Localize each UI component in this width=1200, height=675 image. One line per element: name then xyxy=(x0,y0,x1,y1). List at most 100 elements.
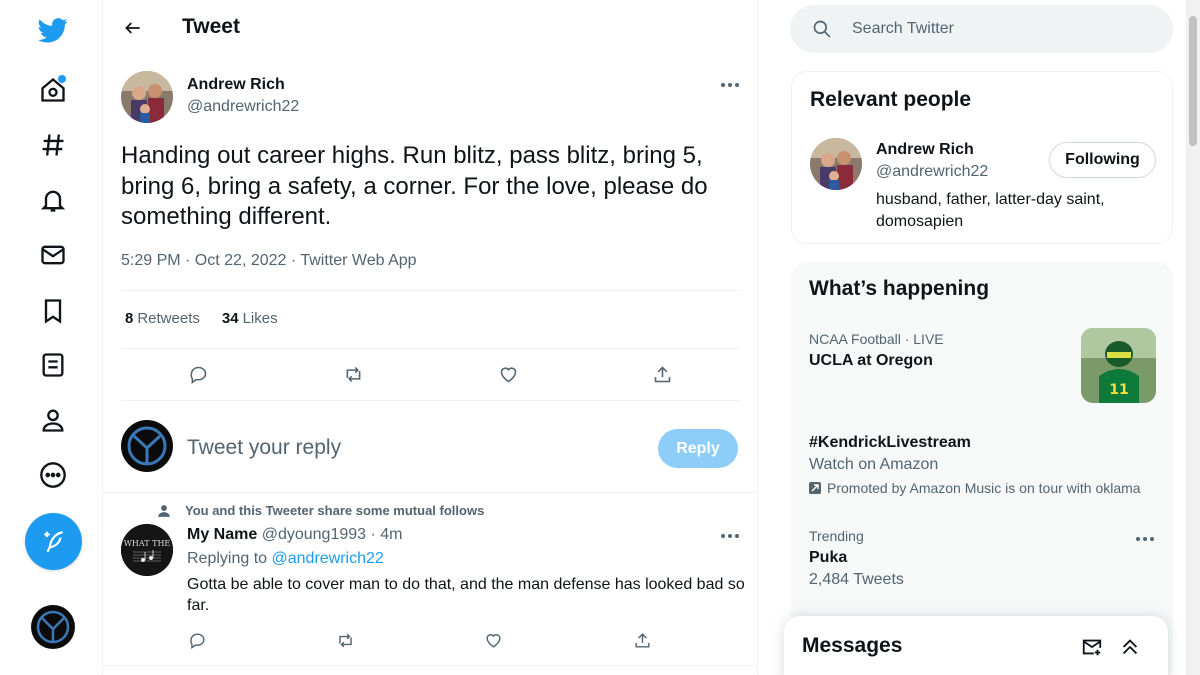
share-upload-icon xyxy=(634,632,650,648)
promoted-label: Promoted by Amazon Music is on tour with… xyxy=(809,480,1159,496)
divider xyxy=(121,290,741,291)
likes-stat[interactable]: 34 Likes xyxy=(222,310,278,327)
person-icon xyxy=(158,504,170,517)
messages-title: Messages xyxy=(802,634,903,657)
account-avatar[interactable] xyxy=(31,605,75,649)
tweet-stats: 8 Retweets 34 Likes xyxy=(125,310,278,327)
reply-time[interactable]: · 4m xyxy=(370,526,402,543)
tweet-more-button[interactable] xyxy=(715,73,745,97)
relevant-person-handle[interactable]: @andrewrich22 xyxy=(876,163,988,181)
comment-icon xyxy=(189,366,206,384)
right-sidebar: Relevant people Andrew Rich @andrewrich2… xyxy=(790,0,1174,675)
profile-person-icon[interactable] xyxy=(26,393,80,447)
following-button[interactable]: Following xyxy=(1049,142,1156,178)
dot xyxy=(1150,537,1154,541)
trend-item-promoted[interactable]: #KendrickLivestream Watch on Amazon Prom… xyxy=(809,434,1159,496)
trend-image[interactable]: 11 xyxy=(1081,328,1156,403)
reply-header: My Name @dyoung1993 · 4m xyxy=(187,526,402,544)
search-input[interactable] xyxy=(852,17,1152,41)
lists-icon[interactable] xyxy=(26,338,80,392)
more-options-circle-icon[interactable] xyxy=(26,448,80,502)
trend-title: #KendrickLivestream xyxy=(809,434,971,451)
scrollbar[interactable] xyxy=(1186,0,1200,675)
reply-composer-avatar[interactable] xyxy=(121,420,173,472)
reply-more-button[interactable] xyxy=(715,524,745,548)
retweets-label: Retweets xyxy=(137,310,200,327)
replying-to: Replying to @andrewrich22 xyxy=(187,550,384,568)
compose-tweet-button[interactable] xyxy=(25,513,82,570)
author-handle[interactable]: @andrewrich22 xyxy=(187,98,299,116)
bookmark-icon[interactable] xyxy=(26,284,80,338)
retweet-action-button[interactable] xyxy=(335,356,371,392)
dot xyxy=(728,534,732,538)
reply-input[interactable] xyxy=(187,433,627,463)
reply-share-button[interactable] xyxy=(624,622,660,658)
divider xyxy=(103,665,757,666)
trend-category: Trending xyxy=(809,528,864,544)
twitter-logo-icon[interactable] xyxy=(26,3,80,57)
search-bar[interactable] xyxy=(790,5,1173,53)
promoted-text: Promoted by Amazon Music is on tour with… xyxy=(827,480,1141,496)
comment-icon xyxy=(189,632,205,649)
retweets-stat[interactable]: 8 Retweets xyxy=(125,310,200,327)
trend-title: Puka xyxy=(809,549,848,566)
relevant-people-title: Relevant people xyxy=(810,88,972,111)
relevant-person-name[interactable]: Andrew Rich xyxy=(876,141,974,159)
page-title: Tweet xyxy=(182,15,240,38)
likes-count: 34 xyxy=(221,310,239,327)
chevron-up-double-icon[interactable] xyxy=(1116,633,1144,661)
reply-author-name[interactable]: My Name xyxy=(187,526,257,543)
relevant-person-avatar[interactable] xyxy=(810,138,862,190)
reply-retweet-button[interactable] xyxy=(327,622,363,658)
dot xyxy=(728,83,732,87)
page-header: Tweet xyxy=(103,0,757,57)
whats-happening-title: What’s happening xyxy=(809,277,990,300)
social-context-text: You and this Tweeter share some mutual f… xyxy=(185,503,485,518)
messages-drawer[interactable]: Messages xyxy=(784,616,1168,675)
trend-more-button[interactable] xyxy=(1130,527,1160,551)
like-action-button[interactable] xyxy=(490,356,526,392)
reply-author-handle[interactable]: @dyoung1993 xyxy=(262,526,366,543)
reply-submit-button[interactable]: Reply xyxy=(658,429,738,468)
left-nav xyxy=(0,0,102,675)
whats-happening-card: What’s happening NCAA Football · LIVE UC… xyxy=(791,262,1173,675)
reply-text: Gotta be able to cover man to do that, a… xyxy=(187,576,745,614)
retweet-icon xyxy=(346,366,360,382)
reply-action-button[interactable] xyxy=(180,356,216,392)
dot xyxy=(735,83,739,87)
notifications-bell-icon[interactable] xyxy=(26,173,80,227)
home-icon[interactable] xyxy=(26,63,80,117)
main-column: Tweet Andrew Rich @andrewrich22 Handing … xyxy=(102,0,758,675)
retweets-count: 8 xyxy=(125,310,134,327)
messages-envelope-icon[interactable] xyxy=(26,228,80,282)
relevant-person-bio: husband, father, latter-day saint, domos… xyxy=(876,191,1105,230)
trend-item[interactable]: Trending Puka 2,484 Tweets xyxy=(809,528,1159,589)
back-button[interactable] xyxy=(115,10,151,46)
dot xyxy=(735,534,739,538)
reply-comment-button[interactable] xyxy=(179,622,215,658)
trend-subtitle: Watch on Amazon xyxy=(809,456,939,473)
svg-text:11: 11 xyxy=(1109,382,1128,398)
explore-hashtag-icon[interactable] xyxy=(26,118,80,172)
new-message-icon[interactable] xyxy=(1078,633,1106,661)
divider xyxy=(121,348,741,349)
author-name[interactable]: Andrew Rich xyxy=(187,76,285,94)
share-action-button[interactable] xyxy=(644,356,680,392)
promoted-icon xyxy=(809,482,821,494)
reply-like-button[interactable] xyxy=(475,622,511,658)
share-upload-icon xyxy=(654,365,670,382)
tweet-text: Handing out career highs. Run blitz, pas… xyxy=(121,142,708,230)
heart-icon xyxy=(500,366,516,382)
scrollbar-thumb[interactable] xyxy=(1189,16,1197,146)
replying-to-prefix: Replying to xyxy=(187,550,268,567)
tweet-timestamp[interactable]: 5:29 PM · Oct 22, 2022 · Twitter Web App xyxy=(121,252,417,270)
replying-to-link[interactable]: @andrewrich22 xyxy=(272,550,384,567)
divider xyxy=(103,492,757,493)
dot xyxy=(1136,537,1140,541)
social-context: You and this Tweeter share some mutual f… xyxy=(157,503,484,518)
likes-label: Likes xyxy=(242,310,278,327)
author-avatar[interactable] xyxy=(121,71,173,123)
divider xyxy=(121,400,741,401)
reply-author-avatar[interactable]: WHAT THE xyxy=(121,524,173,576)
avatar-lettering: WHAT THE xyxy=(124,539,171,548)
